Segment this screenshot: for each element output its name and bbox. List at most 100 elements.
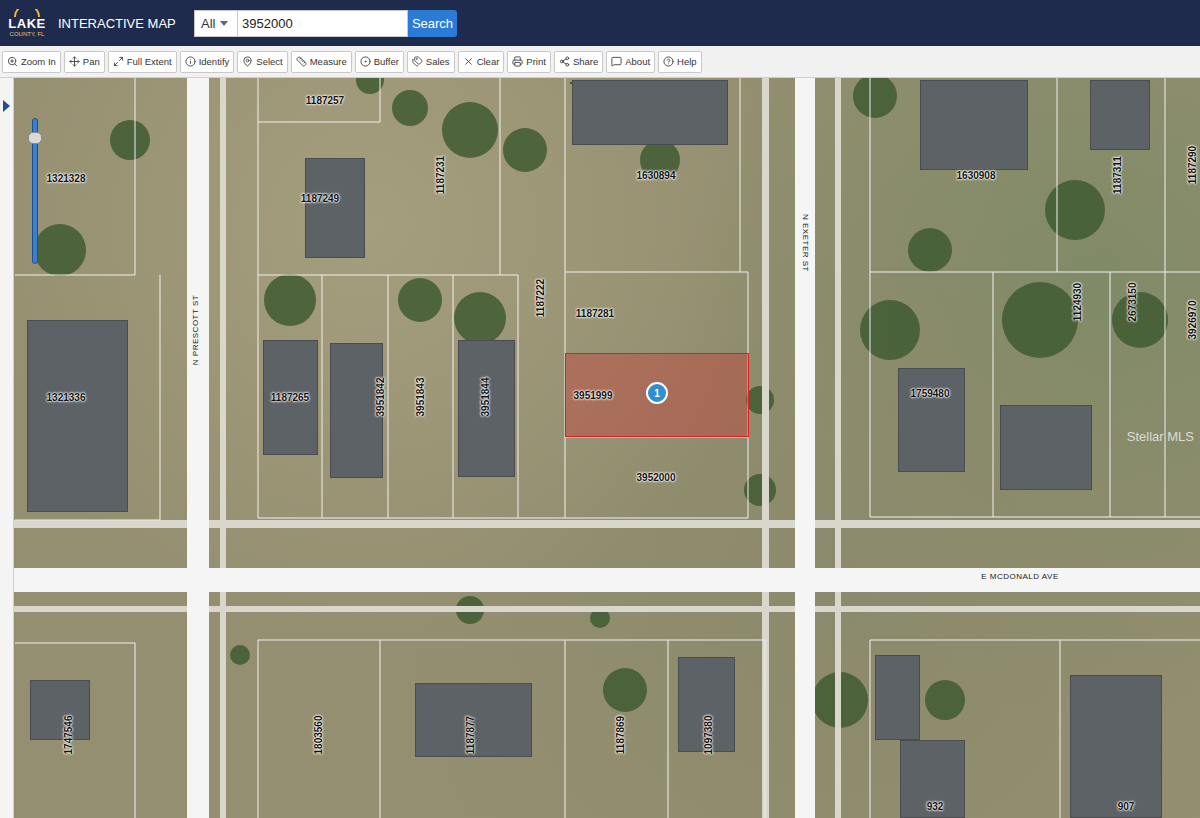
scope-dropdown[interactable]: All [194, 10, 238, 37]
toolbar-button[interactable]: Pan [64, 51, 105, 73]
parcel-label[interactable]: 1630894 [637, 170, 676, 181]
parcel-label[interactable]: 1187869 [615, 716, 626, 754]
parcel-line [258, 78, 259, 518]
parcel-line [565, 272, 748, 273]
tree-canopy [454, 292, 506, 344]
tree-canopy [1002, 282, 1078, 358]
street-label: N PRESCOTT ST [191, 295, 200, 365]
toolbar-button[interactable]: Help [658, 51, 702, 73]
watermark: Stellar MLS [1127, 429, 1194, 444]
parcel-line [740, 78, 741, 272]
parcel-label[interactable]: 1803560 [313, 716, 324, 755]
parcel-label[interactable]: 3951842 [375, 378, 386, 417]
measure-icon [296, 56, 307, 67]
parcel-label[interactable]: 1747546 [63, 716, 74, 755]
building-roof [1070, 675, 1162, 818]
tree-canopy [603, 668, 647, 712]
toolbar-button[interactable]: Clear [458, 51, 505, 73]
main-body: 1187257 1321328 1187249 1187231 1630894 16309… [0, 78, 1200, 818]
parcel-line [1110, 272, 1111, 517]
parcel-label[interactable]: 1097380 [703, 716, 714, 755]
tree-canopy [908, 228, 952, 272]
parcel-label[interactable]: 907 [1118, 801, 1135, 812]
parcel-label[interactable]: 3952000 [637, 472, 676, 483]
tree-canopy [503, 128, 547, 172]
toolbar-button[interactable]: Full Extent [108, 51, 177, 73]
parcel-line [135, 643, 136, 818]
toolbar-button[interactable]: Sales [407, 51, 455, 73]
parcel-label[interactable]: 1187290 [1187, 146, 1198, 184]
building-roof [1090, 80, 1150, 150]
parcel-label[interactable]: 3951844 [480, 378, 491, 417]
street-label: N EXETER ST [801, 214, 810, 272]
parcel-label[interactable]: 1321328 [47, 173, 86, 184]
parcel-line [1060, 640, 1061, 818]
toolbar-button[interactable]: Identify [180, 51, 235, 73]
zoom-slider-thumb[interactable] [28, 132, 42, 144]
parcel-label[interactable]: 1759480 [911, 388, 950, 399]
building-roof [305, 158, 365, 258]
parcel-line [993, 272, 994, 517]
logo-name: LAKE [8, 17, 45, 30]
parcel-label[interactable]: 1187281 [576, 308, 614, 319]
search-button[interactable]: Search [408, 10, 457, 37]
buffer-icon [360, 56, 371, 67]
parcel-line [322, 275, 323, 518]
county-logo[interactable]: LAKECOUNTY, FL [4, 9, 50, 37]
parcel-label[interactable]: 1187265 [271, 392, 309, 403]
toolbar-button[interactable]: Measure [291, 51, 352, 73]
tree-canopy [230, 645, 250, 665]
parcel-label[interactable]: 1187311 [1112, 156, 1123, 194]
parcel-label[interactable]: 3951843 [415, 378, 426, 417]
parcel-label[interactable]: 1630908 [957, 170, 996, 181]
parcel-label[interactable]: 2673150 [1127, 283, 1138, 322]
parcel-label[interactable]: 932 [927, 801, 944, 812]
print-icon [512, 56, 523, 67]
expand-arrow-icon[interactable] [3, 100, 10, 112]
toolbar-button[interactable]: Buffer [355, 51, 404, 73]
parcel-line [258, 640, 259, 818]
toolbar-button[interactable]: Select [237, 51, 287, 73]
app-title: INTERACTIVE MAP [58, 16, 186, 31]
search-group: All3952000Search [194, 10, 457, 37]
selected-parcel-label[interactable]: 3951999 [574, 390, 613, 401]
road [187, 78, 209, 818]
identify-icon [185, 56, 196, 67]
parcel-line [258, 518, 748, 519]
parcel-line [1165, 272, 1166, 517]
interactive-map-page: LAKECOUNTY, FLINTERACTIVE MAPAll3952000S… [0, 0, 1200, 818]
tree-canopy [34, 224, 86, 276]
building-roof [570, 82, 572, 84]
parcel-label[interactable]: 1187231 [435, 156, 446, 194]
search-input[interactable]: 3952000 [238, 10, 408, 37]
zoom-slider[interactable] [32, 118, 38, 264]
parcel-line [870, 272, 1200, 273]
building-roof [30, 680, 90, 740]
parcel-line [500, 78, 501, 275]
parcel-label[interactable]: 1187877 [465, 716, 476, 754]
parcel-line [518, 275, 519, 518]
parcel-label[interactable]: 3926970 [1187, 301, 1198, 340]
toolbar-button[interactable]: Share [554, 51, 603, 73]
parcel-line [135, 78, 136, 275]
sidebar-toggle-strip[interactable] [0, 78, 14, 818]
parcel-label[interactable]: 1187222 [535, 279, 546, 317]
toolbar-button[interactable]: Print [507, 51, 551, 73]
map-canvas[interactable]: 1187257 1321328 1187249 1187231 1630894 16309… [14, 78, 1200, 818]
parcel-line [258, 640, 765, 641]
parcel-label[interactable]: 1124930 [1072, 283, 1083, 321]
parcel-line [1057, 78, 1058, 272]
parcel-line [380, 640, 381, 818]
parcel-boundaries [14, 78, 1200, 818]
parcel-label[interactable]: 1187257 [306, 95, 344, 106]
tree-canopy [744, 474, 776, 506]
parcel-line [15, 275, 135, 276]
parcel-label[interactable]: 1321336 [47, 392, 86, 403]
sidewalk [220, 78, 226, 818]
parcel-label[interactable]: 1187249 [301, 193, 339, 204]
parcel-line [870, 640, 1200, 641]
parcel-line [870, 517, 1200, 518]
toolbar-button[interactable]: Zoom In [2, 51, 61, 73]
toolbar-button[interactable]: About [606, 51, 655, 73]
result-marker[interactable]: 1 [646, 382, 668, 404]
